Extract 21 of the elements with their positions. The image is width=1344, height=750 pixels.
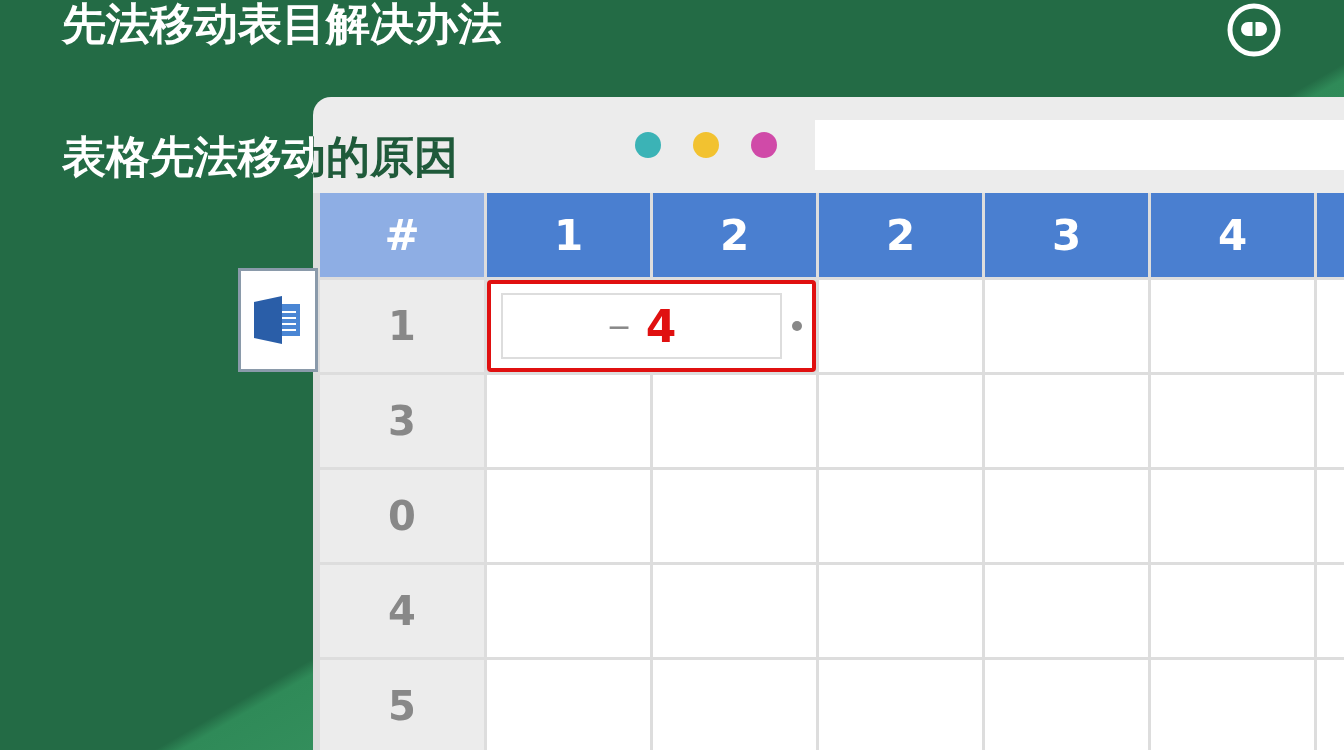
column-header: 4 (1151, 193, 1314, 277)
minus-sign: − (606, 308, 632, 344)
row-header: 5 (320, 660, 484, 750)
page-title: 先法移动表目解决办法 (62, 0, 502, 51)
row-header: 0 (320, 470, 484, 562)
row-header: 4 (320, 565, 484, 657)
column-header: 3 (985, 193, 1148, 277)
dot-icon (792, 321, 802, 331)
column-header: # (320, 193, 484, 277)
window-control-dot[interactable] (751, 132, 777, 158)
row-header: 3 (320, 375, 484, 467)
column-header: 2 (819, 193, 982, 277)
window-control-dot[interactable] (693, 132, 719, 158)
row-header: 1 (320, 280, 484, 372)
cell-editor[interactable]: − 4 (501, 293, 782, 359)
window-control-dot[interactable] (635, 132, 661, 158)
column-header: 1 (487, 193, 650, 277)
column-header: 2 (653, 193, 816, 277)
selected-cell[interactable]: − 4 (487, 280, 816, 372)
cell-value: 4 (645, 300, 677, 352)
word-document-icon[interactable] (238, 268, 318, 372)
